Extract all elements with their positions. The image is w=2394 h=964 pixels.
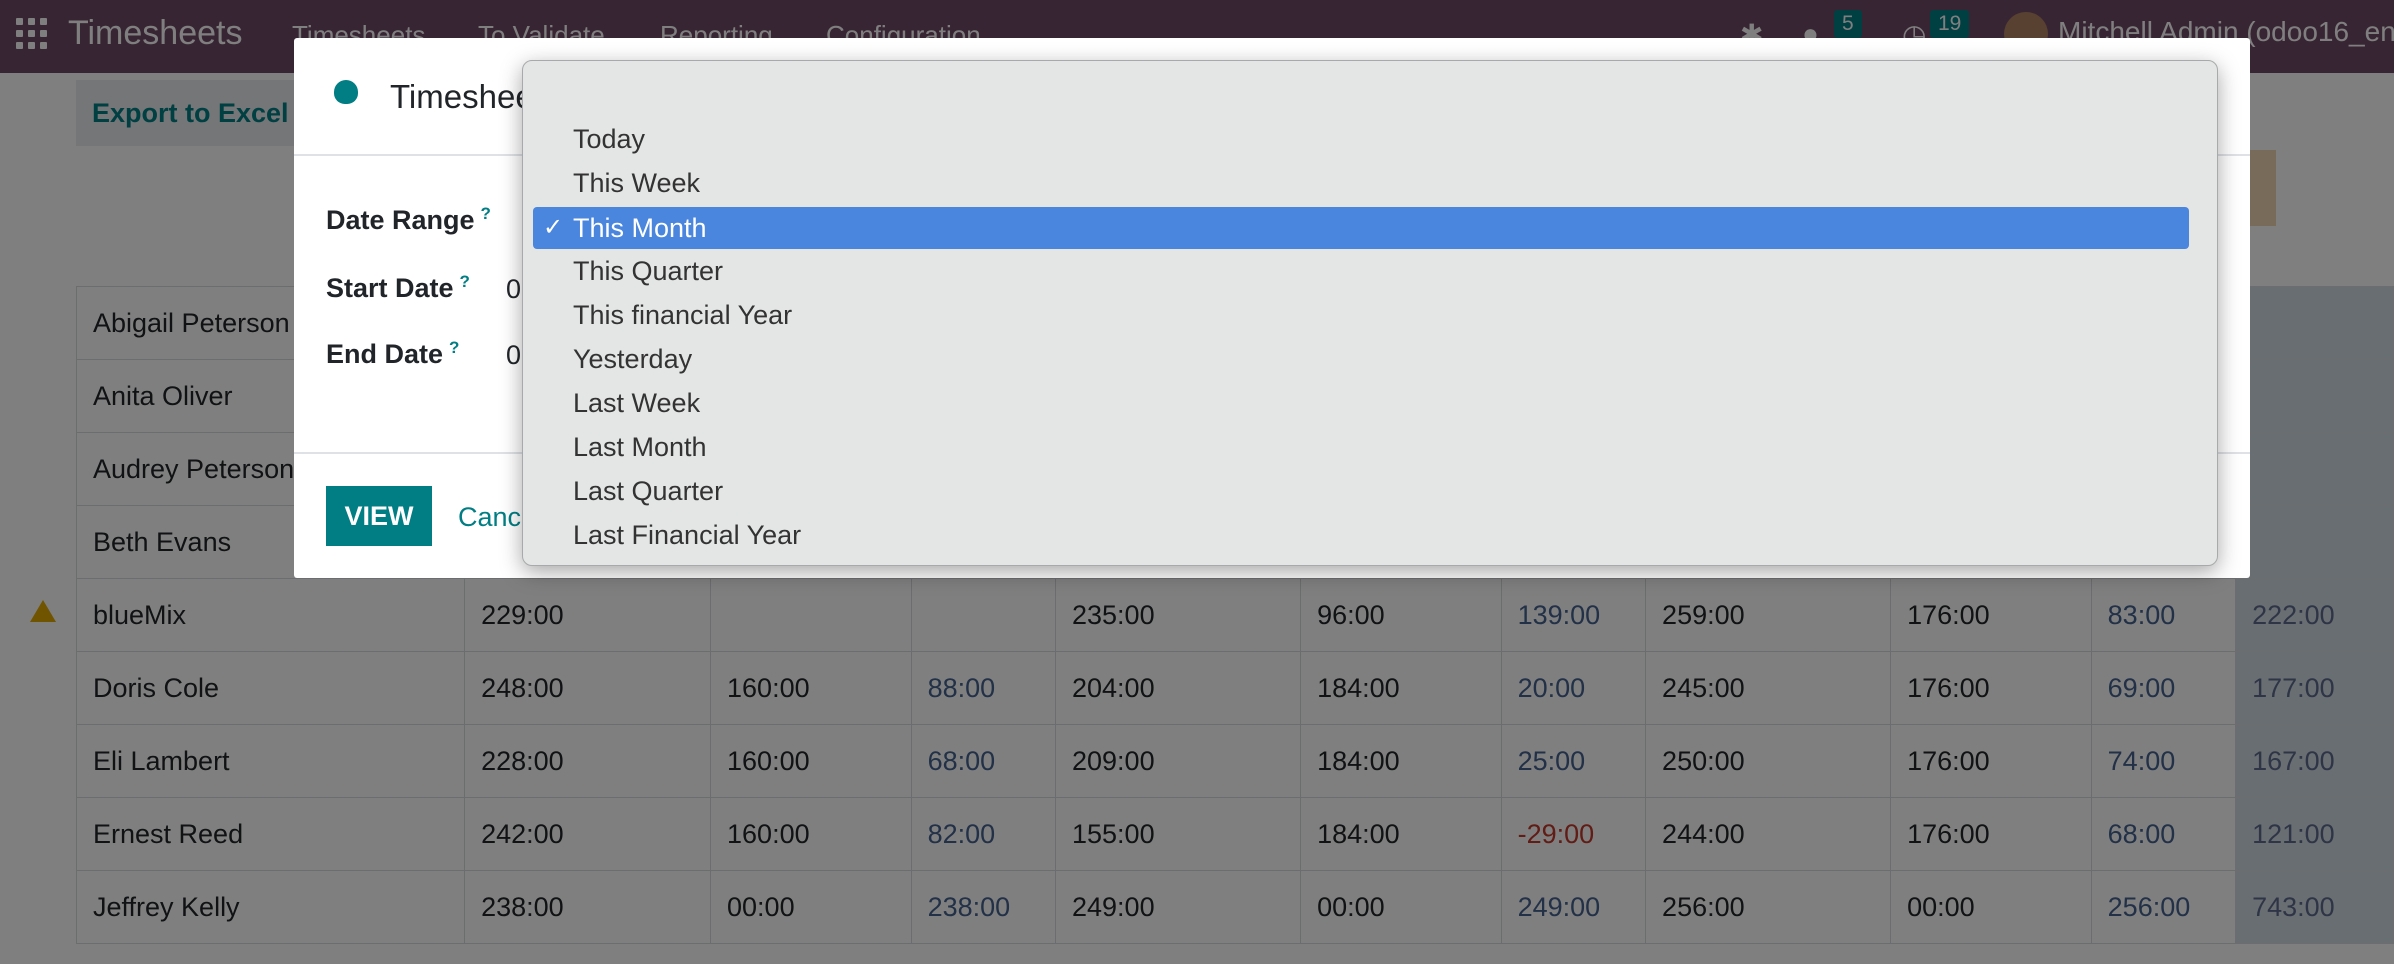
- dropdown-option[interactable]: This financial Year: [573, 295, 792, 335]
- date-range-field-label: Date Range?: [326, 204, 491, 236]
- start-date-label: Start Date: [326, 273, 454, 303]
- dropdown-option-label: This Month: [573, 213, 707, 243]
- dropdown-option[interactable]: Today: [573, 119, 645, 159]
- dropdown-option-label: Last Quarter: [573, 476, 724, 506]
- date-range-label: Date Range: [326, 205, 475, 235]
- start-date-field-label: Start Date?: [326, 272, 470, 304]
- dropdown-option[interactable]: Last Quarter: [573, 471, 723, 511]
- bug-icon: [334, 80, 358, 104]
- checkmark-icon: ✓: [543, 214, 564, 241]
- dialog-title: Timeshee: [390, 78, 534, 115]
- dropdown-option-label: This Quarter: [573, 256, 724, 286]
- dropdown-option[interactable]: Last Month: [573, 427, 707, 467]
- start-date-input[interactable]: 0: [506, 274, 521, 305]
- dropdown-option-label: This Week: [573, 168, 701, 198]
- end-date-label: End Date: [326, 339, 444, 369]
- dropdown-option-label: Today: [573, 124, 646, 154]
- dropdown-option-label: Last Financial Year: [573, 520, 802, 550]
- date-range-dropdown-list: Today This Week ✓ This Month This Quarter Thi…: [522, 60, 2218, 566]
- help-icon[interactable]: ?: [460, 272, 470, 291]
- dropdown-option[interactable]: This Week: [573, 163, 700, 203]
- view-button[interactable]: VIEW: [326, 486, 432, 546]
- help-icon[interactable]: ?: [481, 204, 491, 223]
- dropdown-option-label: Yesterday: [573, 344, 693, 374]
- dropdown-option-label: Last Month: [573, 432, 707, 462]
- end-date-input[interactable]: 0: [506, 340, 521, 371]
- dropdown-option-label: Last Week: [573, 388, 701, 418]
- dropdown-option[interactable]: Last Financial Year: [573, 515, 801, 555]
- dropdown-option[interactable]: Yesterday: [573, 339, 692, 379]
- dropdown-option[interactable]: ✓ This Month: [533, 207, 2189, 249]
- cancel-button[interactable]: Canc: [458, 502, 521, 533]
- dropdown-option[interactable]: This Quarter: [573, 251, 723, 291]
- end-date-field-label: End Date?: [326, 338, 459, 370]
- dropdown-option[interactable]: Last Week: [573, 383, 700, 423]
- dropdown-option-label: This financial Year: [573, 300, 793, 330]
- help-icon[interactable]: ?: [449, 338, 459, 357]
